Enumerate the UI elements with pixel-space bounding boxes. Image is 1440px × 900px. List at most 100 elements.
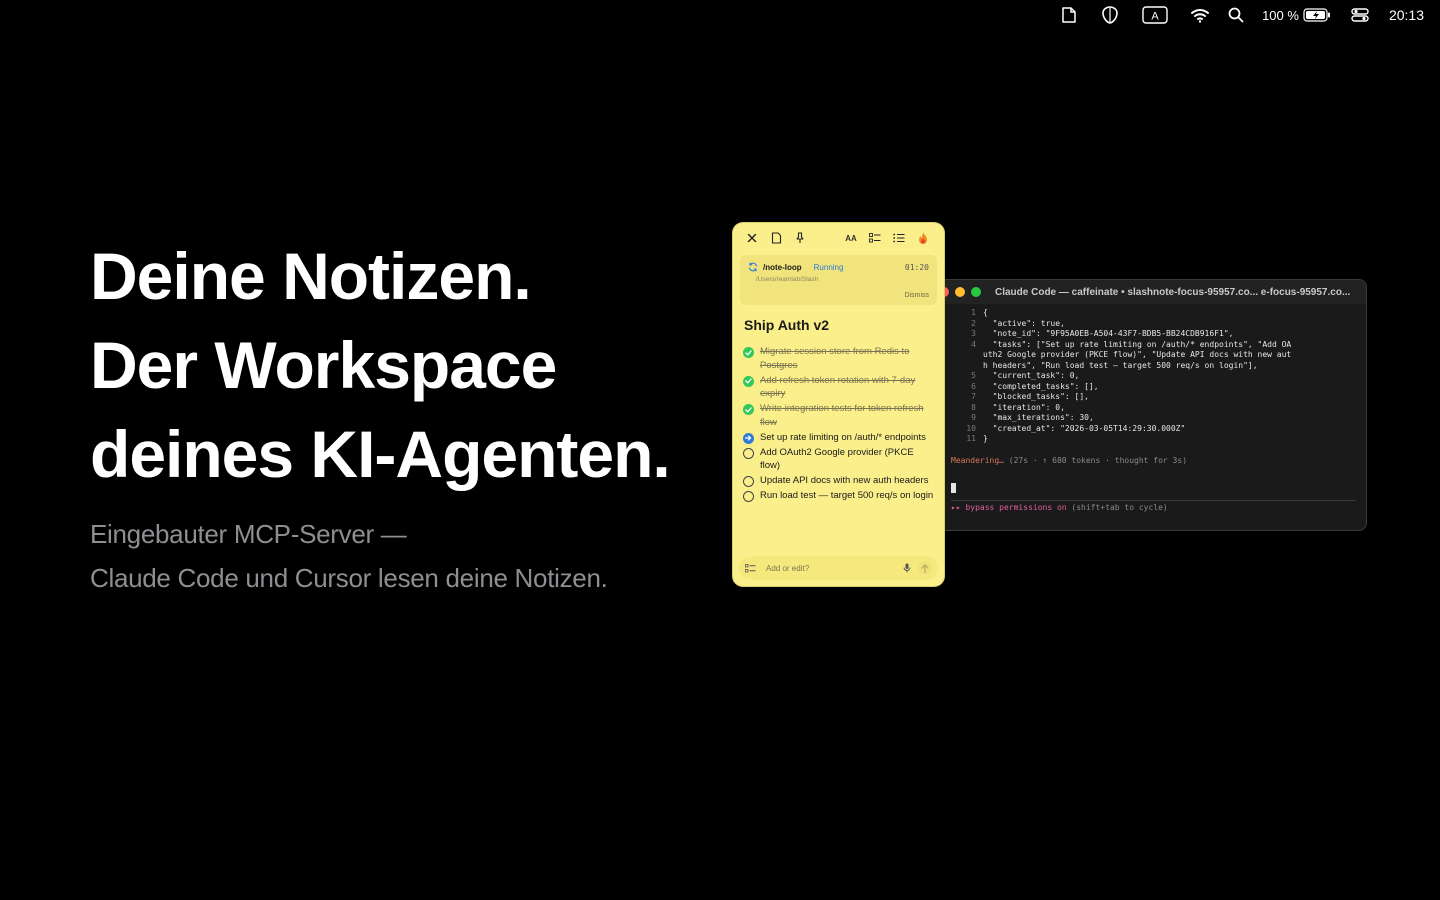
line-number: 4 xyxy=(971,339,976,349)
permissions-line: ▸▸ bypass permissions on (shift+tab to c… xyxy=(951,503,1356,512)
send-arrow-icon[interactable] xyxy=(918,561,932,575)
task-item[interactable]: Migrate session store from Redis to Post… xyxy=(743,345,936,372)
code-line: 9 "max_iterations": 30, xyxy=(951,413,1356,424)
line-number: 10 xyxy=(966,423,976,433)
code-text: { xyxy=(983,308,988,317)
line-number: 5 xyxy=(971,371,976,380)
code-line: 1{ xyxy=(951,308,1356,319)
battery-percentage: 100 % xyxy=(1262,7,1299,23)
battery-icon[interactable] xyxy=(1303,0,1331,30)
terminal-output: 1{2 "active": true, 3 "note_id": "9F95A0E… xyxy=(931,304,1366,512)
code-line: 7 "blocked_tasks": [], xyxy=(951,392,1356,403)
loop-timer: 01:20 xyxy=(904,262,929,272)
line-number: 8 xyxy=(971,402,976,412)
status-line: Meandering… (27s · ↑ 680 tokens · though… xyxy=(951,456,1356,465)
code-text: "completed_tasks": [], xyxy=(983,381,1099,391)
note-icon[interactable] xyxy=(1060,0,1078,30)
task-text: Update API docs with new auth headers xyxy=(760,475,929,486)
close-icon[interactable] xyxy=(743,229,761,247)
code-line: 6 "completed_tasks": [], xyxy=(951,382,1356,393)
minimize-window-button[interactable] xyxy=(955,287,965,297)
shield-icon[interactable] xyxy=(1100,0,1120,30)
code-text: "created_at": "2026-03-05T14:29:30.000Z" xyxy=(983,423,1186,433)
task-item[interactable]: Add refresh token rotation with 7-day ex… xyxy=(743,374,936,401)
checkmark-icon[interactable] xyxy=(743,347,754,358)
code-line: 2 "active": true, xyxy=(951,319,1356,330)
hero-line-1: Deine Notizen. xyxy=(90,239,532,313)
line-number: 2 xyxy=(971,318,976,328)
line-number: 9 xyxy=(971,413,976,422)
task-item[interactable]: Update API docs with new auth headers xyxy=(743,474,936,488)
terminal-titlebar[interactable]: Claude Code — caffeinate • slashnote-foc… xyxy=(931,280,1366,304)
task-text: Migrate session store from Redis to Post… xyxy=(760,346,910,371)
task-item[interactable]: Write integration tests for token refres… xyxy=(743,402,936,429)
code-text: "tasks": ["Set up rate limiting on /auth… xyxy=(983,339,1292,349)
hero-subtitle: Eingebauter MCP-Server — Claude Code und… xyxy=(90,512,690,600)
task-item[interactable]: Set up rate limiting on /auth/* endpoint… xyxy=(743,431,936,445)
hero-line-2: Der Workspace xyxy=(90,328,557,402)
flame-icon[interactable] xyxy=(914,229,932,247)
code-text: "iteration": 0, xyxy=(983,402,1065,412)
dismiss-button[interactable]: Dismiss xyxy=(905,292,930,299)
code-text: "max_iterations": 30, xyxy=(983,413,1094,422)
subtitle-line-1: Eingebauter MCP-Server — xyxy=(90,519,407,549)
checklist-toggle-icon[interactable] xyxy=(745,563,756,573)
task-text: Set up rate limiting on /auth/* endpoint… xyxy=(760,431,926,443)
checkmark-icon[interactable] xyxy=(743,404,754,415)
code-line: 5 "current_task": 0, xyxy=(951,371,1356,382)
terminal-title: Claude Code — caffeinate • slashnote-foc… xyxy=(995,286,1351,298)
task-text: Add OAuth2 Google provider (PKCE flow) xyxy=(760,446,914,472)
checkmark-icon[interactable] xyxy=(743,375,754,387)
zoom-window-button[interactable] xyxy=(971,287,981,297)
add-input-placeholder[interactable]: Add or edit? xyxy=(766,564,896,573)
loop-status-card: /note-loop Running 01:20 /Users/reamlab/… xyxy=(740,255,937,305)
status-word: Meandering… xyxy=(951,455,1004,465)
empty-checkbox-icon[interactable] xyxy=(743,476,754,487)
arrow-right-icon[interactable] xyxy=(743,432,754,444)
task-item[interactable]: Run load test — target 500 req/s on logi… xyxy=(743,489,936,503)
control-center-icon[interactable] xyxy=(1351,0,1369,30)
line-number xyxy=(951,350,983,361)
pin-icon[interactable] xyxy=(791,229,809,247)
empty-checkbox-icon[interactable] xyxy=(743,447,754,459)
hero-line-3: deines KI-Agenten. xyxy=(90,417,671,491)
font-size-button[interactable]: AA xyxy=(842,229,860,247)
input-source-label: A xyxy=(1151,11,1159,23)
code-line: 3 "note_id": "9F95A0EB-A504-43F7-BDB5-BB… xyxy=(951,329,1356,340)
note-title[interactable]: Ship Auth v2 xyxy=(744,317,944,333)
loop-header: /note-loop Running 01:20 xyxy=(748,262,929,272)
document-icon[interactable] xyxy=(767,229,785,247)
line-number: 11 xyxy=(966,434,976,443)
code-line: 11} xyxy=(951,434,1356,445)
terminal-window[interactable]: Claude Code — caffeinate • slashnote-foc… xyxy=(930,279,1367,531)
line-number: 1 xyxy=(971,308,976,317)
microphone-icon[interactable] xyxy=(900,561,914,575)
task-text: Run load test — target 500 req/s on logi… xyxy=(760,490,934,501)
code-text: "active": true, xyxy=(983,318,1065,328)
task-text: Write integration tests for token refres… xyxy=(760,403,924,428)
code-text: } xyxy=(983,434,988,443)
code-text: h headers", "Run load test — target 500 … xyxy=(983,360,1258,370)
checklist-icon[interactable] xyxy=(866,229,884,247)
code-text: "note_id": "9F95A0EB-A504-43F7-BDB5-BB24… xyxy=(983,329,1234,338)
input-source-icon[interactable]: A xyxy=(1142,0,1168,30)
sync-icon xyxy=(748,262,758,272)
line-number xyxy=(951,361,983,372)
code-text: uth2 Google provider (PKCE flow)", "Upda… xyxy=(983,350,1292,359)
line-number: 7 xyxy=(971,392,976,401)
code-line: 10 "created_at": "2026-03-05T14:29:30.00… xyxy=(951,424,1356,435)
search-icon[interactable] xyxy=(1228,0,1244,30)
add-input-bar[interactable]: Add or edit? xyxy=(739,556,938,580)
prompt-input[interactable] xyxy=(951,482,1356,501)
subtitle-line-2: Claude Code und Cursor lesen deine Notiz… xyxy=(90,563,608,593)
note-toolbar: AA xyxy=(733,223,944,253)
note-window[interactable]: AA /note-loop Running 01:20 /Users/reaml… xyxy=(733,223,944,586)
menu-clock[interactable]: 20:13 xyxy=(1389,0,1424,30)
permissions-hint: (shift+tab to cycle) xyxy=(1066,502,1168,512)
task-item[interactable]: Add OAuth2 Google provider (PKCE flow) xyxy=(743,446,936,473)
code-line: 4 "tasks": ["Set up rate limiting on /au… xyxy=(951,340,1356,351)
empty-checkbox-icon[interactable] xyxy=(743,491,754,502)
status-detail: (27s · ↑ 680 tokens · thought for 3s) xyxy=(1003,455,1188,465)
list-icon[interactable] xyxy=(890,229,908,247)
wifi-icon[interactable] xyxy=(1190,0,1210,30)
